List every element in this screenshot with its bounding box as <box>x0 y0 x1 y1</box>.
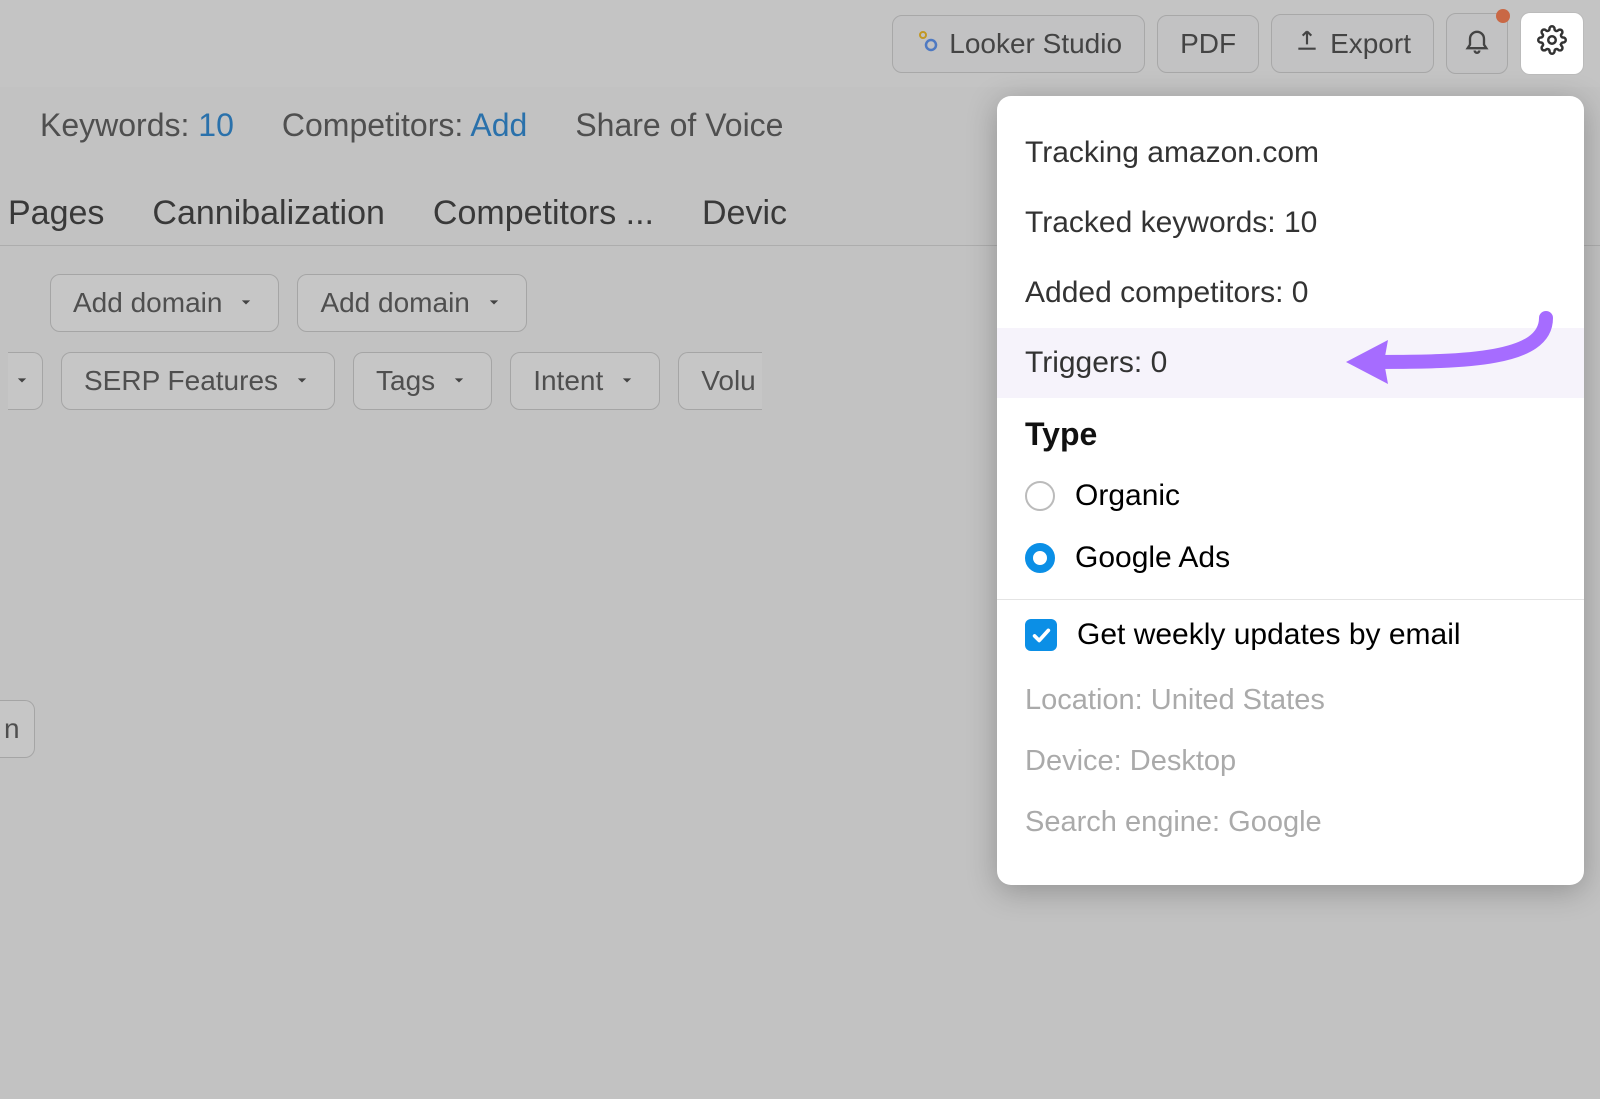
pdf-button[interactable]: PDF <box>1157 15 1259 73</box>
serp-features-label: SERP Features <box>84 365 278 397</box>
triggers-label: Triggers: 0 <box>1025 346 1167 379</box>
competitors-label: Competitors: <box>282 107 471 143</box>
partial-fragment-box[interactable]: n <box>0 700 35 758</box>
keywords-stat[interactable]: Keywords: 10 <box>40 107 234 144</box>
add-domain-button-1[interactable]: Add domain <box>50 274 279 332</box>
type-organic-label: Organic <box>1075 479 1180 513</box>
top-toolbar: Looker Studio PDF Export <box>0 0 1600 87</box>
weekly-updates-label: Get weekly updates by email <box>1077 618 1461 652</box>
pdf-label: PDF <box>1180 28 1236 60</box>
chevron-down-icon <box>12 365 32 397</box>
intent-filter[interactable]: Intent <box>510 352 660 410</box>
volume-label: Volu <box>701 365 756 397</box>
bell-icon <box>1463 26 1491 61</box>
intent-label: Intent <box>533 365 603 397</box>
share-of-voice-stat[interactable]: Share of Voice <box>575 107 783 144</box>
device-line: Device: Desktop <box>997 731 1584 792</box>
tags-filter[interactable]: Tags <box>353 352 492 410</box>
keywords-value: 10 <box>198 107 234 143</box>
competitors-stat[interactable]: Competitors: Add <box>282 107 527 144</box>
keywords-label: Keywords: <box>40 107 198 143</box>
location-line: Location: United States <box>997 670 1584 731</box>
gear-icon <box>1537 25 1567 62</box>
weekly-updates-checkbox-row[interactable]: Get weekly updates by email <box>997 599 1584 670</box>
type-organic-radio[interactable]: Organic <box>997 465 1584 527</box>
notification-dot <box>1496 9 1510 23</box>
chevron-down-icon <box>617 365 637 397</box>
added-competitors-line[interactable]: Added competitors: 0 <box>997 258 1584 328</box>
checkbox-checked-icon <box>1025 619 1057 651</box>
settings-dropdown-panel: Tracking amazon.com Tracked keywords: 10… <box>997 96 1584 885</box>
add-domain-label: Add domain <box>73 287 222 319</box>
radio-selected-icon <box>1025 543 1055 573</box>
share-of-voice-label: Share of Voice <box>575 107 783 143</box>
type-google-ads-radio[interactable]: Google Ads <box>997 527 1584 589</box>
tags-label: Tags <box>376 365 435 397</box>
competitors-add-link: Add <box>470 107 527 143</box>
export-button[interactable]: Export <box>1271 14 1434 73</box>
type-google-ads-label: Google Ads <box>1075 541 1230 575</box>
chevron-down-icon <box>292 365 312 397</box>
settings-button[interactable] <box>1520 12 1584 75</box>
upload-icon <box>1294 27 1320 60</box>
tracking-domain-line[interactable]: Tracking amazon.com <box>997 118 1584 188</box>
looker-studio-label: Looker Studio <box>949 28 1122 60</box>
tab-competitors[interactable]: Competitors ... <box>433 194 654 233</box>
n-fragment-label: n <box>4 713 20 745</box>
partial-filter-left[interactable] <box>8 352 43 410</box>
serp-features-filter[interactable]: SERP Features <box>61 352 335 410</box>
radio-icon <box>1025 481 1055 511</box>
tracked-keywords-line[interactable]: Tracked keywords: 10 <box>997 188 1584 258</box>
chevron-down-icon <box>236 287 256 319</box>
tab-cannibalization[interactable]: Cannibalization <box>152 194 385 233</box>
triggers-line[interactable]: Triggers: 0 <box>997 328 1584 398</box>
chevron-down-icon <box>449 365 469 397</box>
tab-pages[interactable]: Pages <box>8 194 104 233</box>
add-domain-button-2[interactable]: Add domain <box>297 274 526 332</box>
volume-filter-partial[interactable]: Volu <box>678 352 762 410</box>
looker-studio-button[interactable]: Looker Studio <box>892 15 1145 73</box>
looker-icon <box>915 28 939 60</box>
export-label: Export <box>1330 28 1411 60</box>
type-section-header: Type <box>997 398 1584 465</box>
tab-devices[interactable]: Devic <box>702 194 787 233</box>
search-engine-line: Search engine: Google <box>997 792 1584 853</box>
chevron-down-icon <box>484 287 504 319</box>
add-domain-label: Add domain <box>320 287 469 319</box>
